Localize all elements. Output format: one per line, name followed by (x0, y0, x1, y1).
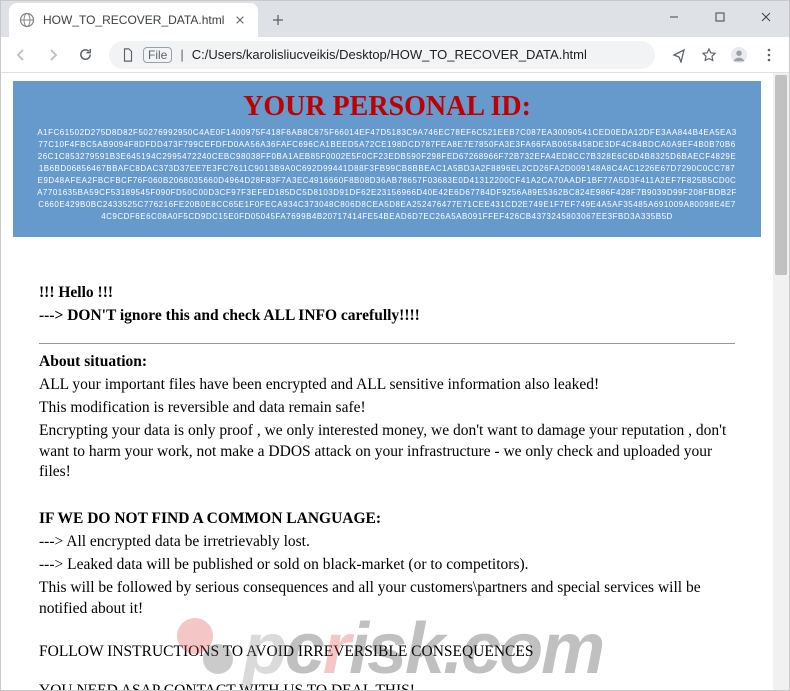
note-text: ALL your important files have been encry… (39, 375, 735, 396)
tab-title: HOW_TO_RECOVER_DATA.html (43, 13, 224, 27)
share-button[interactable] (665, 41, 693, 69)
note-text: This will be followed by serious consequ… (39, 578, 735, 620)
note-text: ---> Leaked data will be published or so… (39, 555, 735, 576)
divider (39, 343, 735, 344)
vertical-scrollbar[interactable] (773, 73, 789, 690)
profile-button[interactable] (725, 41, 753, 69)
note-follow: FOLLOW INSTRUCTIONS TO AVOID IRREVERSIBL… (39, 642, 735, 663)
address-bar[interactable]: File | C:/Users/karolisliucveikis/Deskto… (109, 41, 655, 69)
reload-button[interactable] (71, 41, 99, 69)
note-text: This modification is reversible and data… (39, 398, 735, 419)
browser-tab[interactable]: HOW_TO_RECOVER_DATA.html (9, 3, 258, 37)
content-area: YOUR PERSONAL ID: A1FC61502D275D8D82F502… (1, 73, 789, 690)
file-favicon-icon (19, 12, 35, 28)
note-dont-ignore: ---> DON'T ignore this and check ALL INF… (39, 306, 735, 327)
browser-toolbar: File | C:/Users/karolisliucveikis/Deskto… (1, 37, 789, 73)
file-icon (121, 48, 135, 62)
note-contact: YOU NEED ASAP CONTACT WITH US TO DEAL TH… (39, 681, 735, 690)
url-scheme-badge: File (143, 47, 172, 63)
forward-button[interactable] (39, 41, 67, 69)
menu-button[interactable] (755, 41, 783, 69)
page-viewport: YOUR PERSONAL ID: A1FC61502D275D8D82F502… (1, 73, 773, 690)
minimize-button[interactable] (651, 0, 697, 34)
scrollbar-thumb[interactable] (775, 75, 787, 275)
note-text: ---> All encrypted data be irretrievably… (39, 532, 735, 553)
ransom-note-body: !!! Hello !!! ---> DON'T ignore this and… (13, 237, 761, 690)
note-about-heading: About situation: (39, 352, 735, 373)
new-tab-button[interactable] (264, 6, 292, 34)
tab-close-button[interactable] (232, 12, 248, 28)
close-window-button[interactable] (743, 0, 789, 34)
note-text: Encrypting your data is only proof , we … (39, 421, 735, 484)
personal-id-banner: YOUR PERSONAL ID: A1FC61502D275D8D82F502… (13, 81, 761, 237)
url-text: C:/Users/karolisliucveikis/Desktop/HOW_T… (192, 47, 587, 62)
note-language-heading: IF WE DO NOT FIND A COMMON LANGUAGE: (39, 509, 735, 530)
maximize-button[interactable] (697, 0, 743, 34)
note-hello: !!! Hello !!! (39, 283, 735, 304)
personal-id-value: A1FC61502D275D8D82F50276992950C4AE0F1400… (37, 127, 737, 223)
tab-strip: HOW_TO_RECOVER_DATA.html (1, 1, 789, 37)
back-button[interactable] (7, 41, 35, 69)
banner-title: YOUR PERSONAL ID: (37, 85, 737, 127)
browser-window: HOW_TO_RECOVER_DATA.html File | C:/Users… (0, 0, 790, 691)
bookmark-button[interactable] (695, 41, 723, 69)
